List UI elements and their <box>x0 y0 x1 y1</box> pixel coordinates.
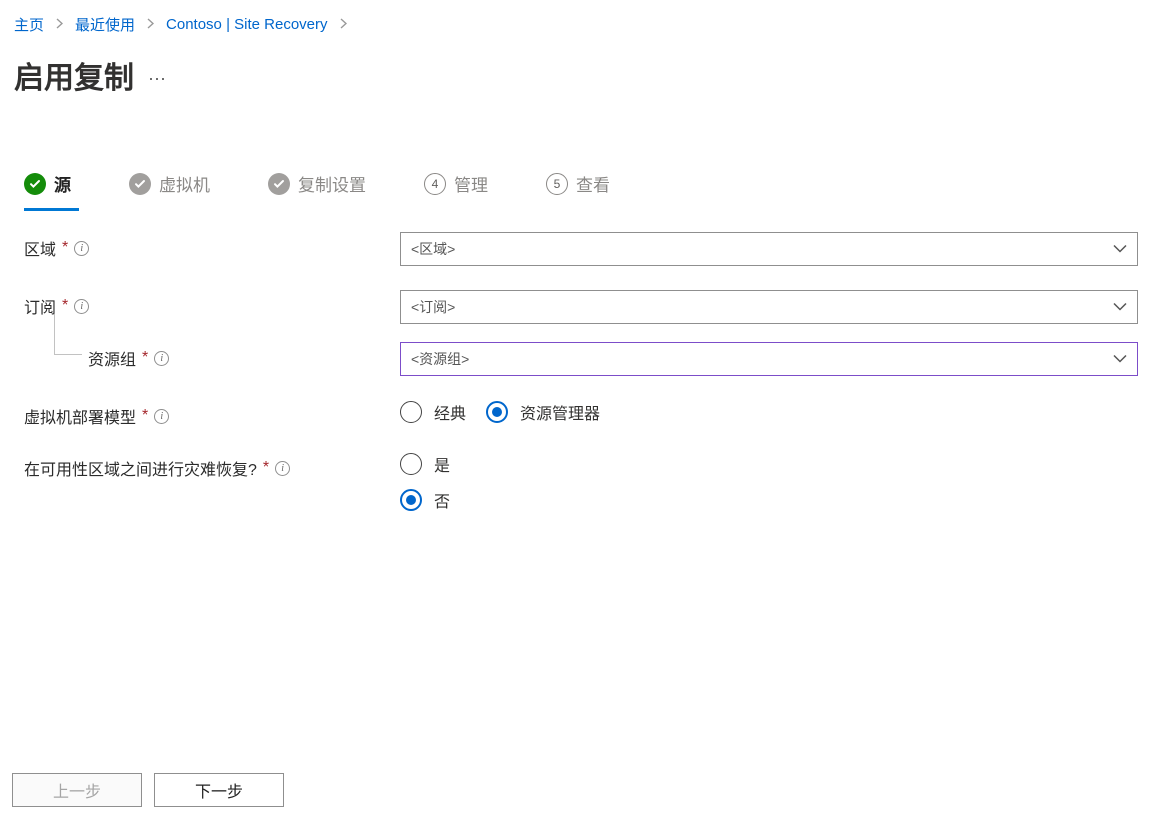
field-label: 订阅 <box>24 294 56 318</box>
radio-label: 经典 <box>434 400 466 424</box>
label-region: 区域 * i <box>24 232 400 260</box>
radio-label: 否 <box>434 488 450 512</box>
radio-no[interactable]: 否 <box>400 488 1138 512</box>
check-circle-icon <box>129 173 151 195</box>
required-icon: * <box>62 297 68 315</box>
more-button[interactable]: ··· <box>148 62 166 89</box>
field-label: 资源组 <box>88 346 136 370</box>
chevron-down-icon <box>1113 355 1127 364</box>
step-manage[interactable]: 4 管理 <box>424 171 488 196</box>
page-title: 启用复制 <box>14 53 134 97</box>
indent-line-icon <box>54 314 55 354</box>
radio-icon <box>486 401 508 423</box>
dropdown-placeholder: <区域> <box>411 239 455 259</box>
wizard-steps: 源 虚拟机 复制设置 4 管理 5 查看 <box>0 97 1158 196</box>
info-icon[interactable]: i <box>154 351 169 366</box>
prev-button: 上一步 <box>12 773 142 807</box>
step-label: 源 <box>54 171 71 196</box>
info-icon[interactable]: i <box>74 299 89 314</box>
row-deploy-model: 虚拟机部署模型 * i 经典 资源管理器 <box>24 400 1138 428</box>
step-number-icon: 4 <box>424 173 446 195</box>
step-source[interactable]: 源 <box>24 171 71 196</box>
form-area: 区域 * i <区域> 订阅 * i <订阅> <box>0 196 1158 524</box>
radio-yes[interactable]: 是 <box>400 452 1138 476</box>
check-circle-icon <box>24 173 46 195</box>
region-dropdown[interactable]: <区域> <box>400 232 1138 266</box>
resource-group-dropdown[interactable]: <资源组> <box>400 342 1138 376</box>
field-label: 在可用性区域之间进行灾难恢复? <box>24 456 257 480</box>
breadcrumb-contoso[interactable]: Contoso | Site Recovery <box>166 16 327 33</box>
radio-icon <box>400 453 422 475</box>
step-label: 虚拟机 <box>159 171 210 196</box>
required-icon: * <box>142 407 148 425</box>
chevron-right-icon <box>340 16 347 33</box>
field-label: 区域 <box>24 236 56 260</box>
dropdown-placeholder: <资源组> <box>411 349 469 369</box>
step-vm[interactable]: 虚拟机 <box>129 171 210 196</box>
row-dr-zones: 在可用性区域之间进行灾难恢复? * i 是 否 <box>24 452 1138 524</box>
label-subscription: 订阅 * i <box>24 290 400 318</box>
row-resource-group: 资源组 * i <资源组> <box>24 342 1138 376</box>
chevron-down-icon <box>1113 303 1127 312</box>
label-resource-group: 资源组 * i <box>24 342 400 370</box>
chevron-right-icon <box>56 16 63 33</box>
row-region: 区域 * i <区域> <box>24 232 1138 266</box>
page-title-row: 启用复制 ··· <box>0 35 1158 97</box>
step-review[interactable]: 5 查看 <box>546 171 610 196</box>
step-replication[interactable]: 复制设置 <box>268 171 366 196</box>
radio-label: 资源管理器 <box>520 400 600 424</box>
breadcrumb-home[interactable]: 主页 <box>14 14 44 35</box>
required-icon: * <box>62 239 68 257</box>
dr-zones-radio-group: 是 否 <box>400 452 1138 512</box>
deploy-model-radio-group: 经典 资源管理器 <box>400 400 1138 424</box>
breadcrumb: 主页 最近使用 Contoso | Site Recovery <box>0 0 1158 35</box>
chevron-down-icon <box>1113 245 1127 254</box>
required-icon: * <box>263 459 269 477</box>
subscription-dropdown[interactable]: <订阅> <box>400 290 1138 324</box>
check-circle-icon <box>268 173 290 195</box>
info-icon[interactable]: i <box>275 461 290 476</box>
required-icon: * <box>142 349 148 367</box>
breadcrumb-recent[interactable]: 最近使用 <box>75 14 135 35</box>
dropdown-placeholder: <订阅> <box>411 297 455 317</box>
step-label: 查看 <box>576 171 610 196</box>
footer: 上一步 下一步 <box>0 763 296 817</box>
info-icon[interactable]: i <box>154 409 169 424</box>
step-number-icon: 5 <box>546 173 568 195</box>
step-label: 管理 <box>454 171 488 196</box>
row-subscription: 订阅 * i <订阅> <box>24 290 1138 324</box>
radio-icon <box>400 401 422 423</box>
field-label: 虚拟机部署模型 <box>24 404 136 428</box>
indent-line-icon <box>54 354 82 355</box>
label-deploy-model: 虚拟机部署模型 * i <box>24 400 400 428</box>
radio-label: 是 <box>434 452 450 476</box>
next-button[interactable]: 下一步 <box>154 773 284 807</box>
chevron-right-icon <box>147 16 154 33</box>
step-label: 复制设置 <box>298 171 366 196</box>
info-icon[interactable]: i <box>74 241 89 256</box>
radio-icon <box>400 489 422 511</box>
active-step-underline <box>24 208 79 211</box>
label-dr-zones: 在可用性区域之间进行灾难恢复? * i <box>24 452 400 480</box>
radio-classic[interactable]: 经典 <box>400 400 466 424</box>
radio-resource-manager[interactable]: 资源管理器 <box>486 400 600 424</box>
